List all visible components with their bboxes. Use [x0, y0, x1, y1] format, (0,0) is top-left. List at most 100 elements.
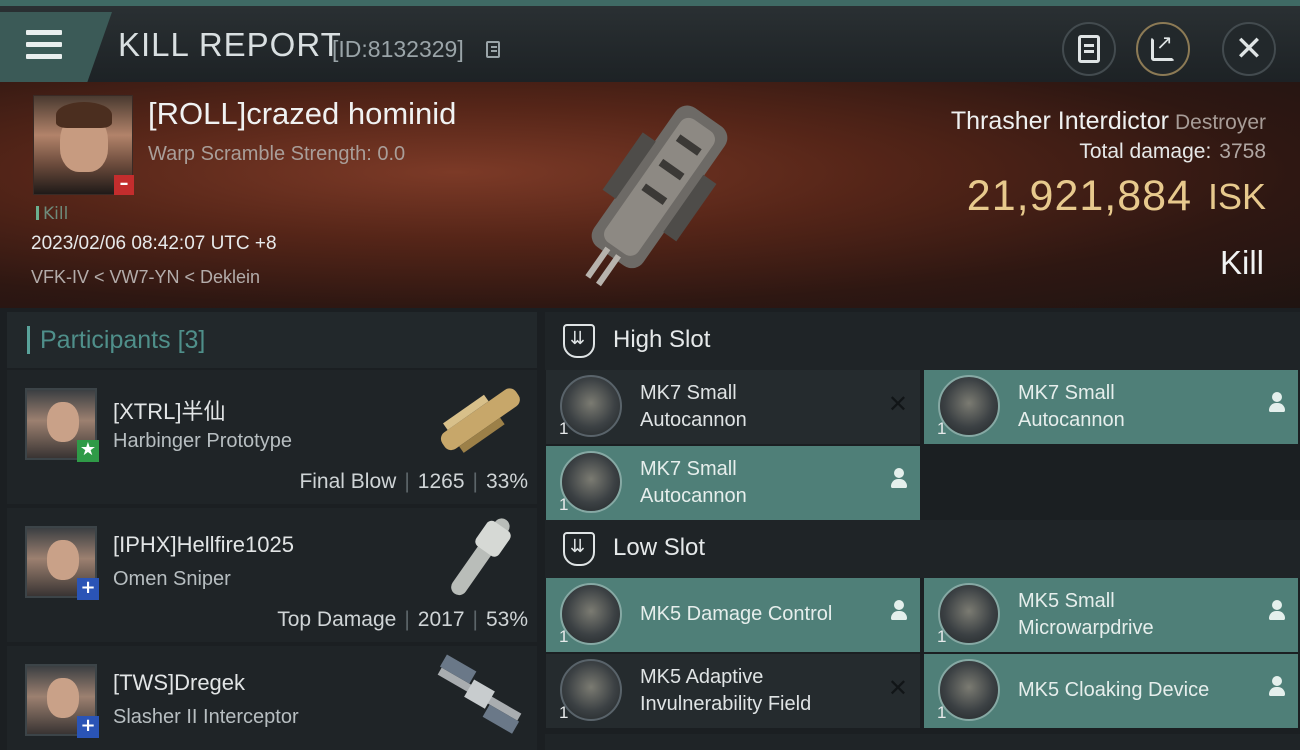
isk-value: 21,921,884: [966, 172, 1192, 220]
module-name-line2: Autocannon: [1018, 409, 1125, 431]
module-quantity: 1: [559, 703, 569, 722]
participant-damage: 1265: [417, 470, 465, 493]
module-item[interactable]: 1 MK7 Small Autocannon: [546, 446, 920, 520]
participant-stats: Final Blow | 1265 | 33%: [299, 470, 528, 493]
module-item[interactable]: 1 MK5 Small Microwarpdrive: [924, 578, 1298, 652]
participant-row[interactable]: + [TWS]Dregek Slasher II Interceptor: [7, 646, 537, 750]
low-slot-header: Low Slot: [545, 520, 1300, 578]
high-slot-title: High Slot: [613, 326, 711, 353]
participant-row[interactable]: ★ [XTRL]半仙 Harbinger Prototype Final Blo…: [7, 370, 537, 504]
victim-ship-class: Destroyer: [1174, 111, 1266, 134]
microwarpdrive-icon: [938, 583, 1000, 645]
mid-slot-header: [545, 734, 1300, 750]
victim-ship-type: Thrasher Interdictor: [950, 107, 1169, 135]
participant-ship-image: [451, 518, 511, 596]
close-button[interactable]: ✕: [1222, 22, 1276, 76]
report-id: [ID:8132329]: [332, 36, 464, 62]
kill-result-label: Kill: [1219, 244, 1264, 281]
pilot-icon: [890, 468, 908, 490]
high-slot-icon: [563, 324, 595, 358]
participant-name: [XTRL]半仙: [113, 399, 226, 424]
participant-stats: Top Damage | 2017 | 53%: [277, 608, 528, 631]
module-name-line1: MK7 Small: [640, 458, 737, 480]
autocannon-icon: [560, 375, 622, 437]
copy-icon[interactable]: [486, 41, 500, 58]
total-damage: Total damage: 3758: [1079, 140, 1266, 164]
module-quantity: 1: [559, 495, 569, 514]
pilot-icon: [890, 600, 908, 622]
module-name-line1: MK7 Small: [640, 382, 737, 404]
kill-location: VFK-IV < VW7-YN < Deklein: [31, 267, 261, 287]
module-name-line1: MK5 Adaptive: [640, 666, 764, 688]
module-quantity: 1: [559, 419, 569, 438]
close-icon: ✕: [1234, 29, 1264, 69]
top-bar: KILL REPORT [ID:8132329] ✕: [0, 0, 1300, 82]
participant-role: Top Damage: [277, 608, 397, 631]
low-slot-icon: [563, 532, 595, 566]
autocannon-icon: [560, 451, 622, 513]
share-button[interactable]: [1136, 22, 1190, 76]
menu-button[interactable]: [0, 12, 112, 82]
pilot-icon: [1268, 676, 1286, 698]
x-mark-icon: ✕: [887, 390, 908, 418]
participant-ship: Harbinger Prototype: [113, 430, 292, 452]
module-item[interactable]: 1 MK5 Cloaking Device: [924, 654, 1298, 728]
module-name-line1: MK7 Small: [1018, 382, 1115, 404]
module-quantity: 1: [937, 419, 947, 438]
module-name-line1: MK5 Damage Control: [640, 603, 833, 625]
participant-ship: Omen Sniper: [113, 568, 231, 590]
module-name-line2: Invulnerability Field: [640, 693, 812, 715]
participants-header: Participants [3]: [7, 312, 537, 368]
victim-name[interactable]: [ROLL]crazed hominid: [148, 96, 456, 132]
participant-row[interactable]: + [IPHX]Hellfire1025 Omen Sniper Top Dam…: [7, 508, 537, 642]
share-icon: [1151, 30, 1175, 61]
victim-standing-badge: –: [114, 175, 134, 195]
cloaking-device-icon: [938, 659, 1000, 721]
participants-count: [3]: [177, 326, 206, 354]
participant-ship: Slasher II Interceptor: [113, 706, 299, 728]
module-item[interactable]: 1 MK5 Damage Control: [546, 578, 920, 652]
isk-unit: ISK: [1207, 176, 1266, 217]
participant-name: [IPHX]Hellfire1025: [113, 532, 294, 557]
module-name-line2: Autocannon: [640, 409, 747, 431]
module-quantity: 1: [937, 627, 947, 646]
participants-label: Participants: [40, 326, 171, 354]
kill-report-window: KILL REPORT [ID:8132329] ✕: [0, 0, 1300, 750]
victim-ship-image: [585, 105, 728, 287]
plus-icon: +: [77, 578, 99, 600]
module-item[interactable]: 1 MK7 Small Autocannon: [924, 370, 1298, 444]
high-slot-header: High Slot: [545, 312, 1300, 370]
total-damage-label: Total damage:: [1079, 140, 1212, 163]
kill-tag: Kill: [36, 204, 68, 224]
module-quantity: 1: [937, 703, 947, 722]
participant-name: [TWS]Dregek: [113, 670, 246, 695]
page-title: KILL REPORT: [118, 26, 342, 63]
module-item[interactable]: 1 MK5 Adaptive Invulnerability Field ✕: [546, 654, 920, 728]
participant-damage: 2017: [417, 608, 465, 631]
module-quantity: 1: [559, 627, 569, 646]
autocannon-icon: [938, 375, 1000, 437]
participant-percent: 53%: [485, 608, 528, 631]
participant-ship-image: [440, 388, 520, 453]
pilot-icon: [1268, 600, 1286, 622]
victim-ship-name[interactable]: Thrasher Interdictor Destroyer: [951, 107, 1266, 136]
total-damage-value: 3758: [1219, 140, 1266, 163]
module-name-line2: Autocannon: [640, 485, 747, 507]
pilot-icon: [1268, 392, 1286, 414]
damage-control-icon: [560, 583, 622, 645]
kill-datetime: 2023/02/06 08:42:07 UTC +8: [31, 233, 277, 254]
final-blow-star-icon: ★: [77, 440, 99, 462]
participant-ship-image: [437, 654, 522, 734]
clipboard-icon: [1078, 35, 1100, 63]
plus-icon: +: [77, 716, 99, 738]
hamburger-icon: [26, 30, 62, 66]
module-name-line1: MK5 Cloaking Device: [1018, 679, 1210, 701]
x-mark-icon: ✕: [887, 674, 908, 702]
module-item[interactable]: 1 MK7 Small Autocannon ✕: [546, 370, 920, 444]
module-name-line1: MK5 Small: [1018, 590, 1115, 612]
clipboard-button[interactable]: [1062, 22, 1116, 76]
participant-percent: 33%: [485, 470, 528, 493]
participant-role: Final Blow: [299, 470, 397, 493]
warp-scramble-strength: Warp Scramble Strength: 0.0: [148, 143, 406, 165]
low-slot-title: Low Slot: [613, 534, 706, 561]
